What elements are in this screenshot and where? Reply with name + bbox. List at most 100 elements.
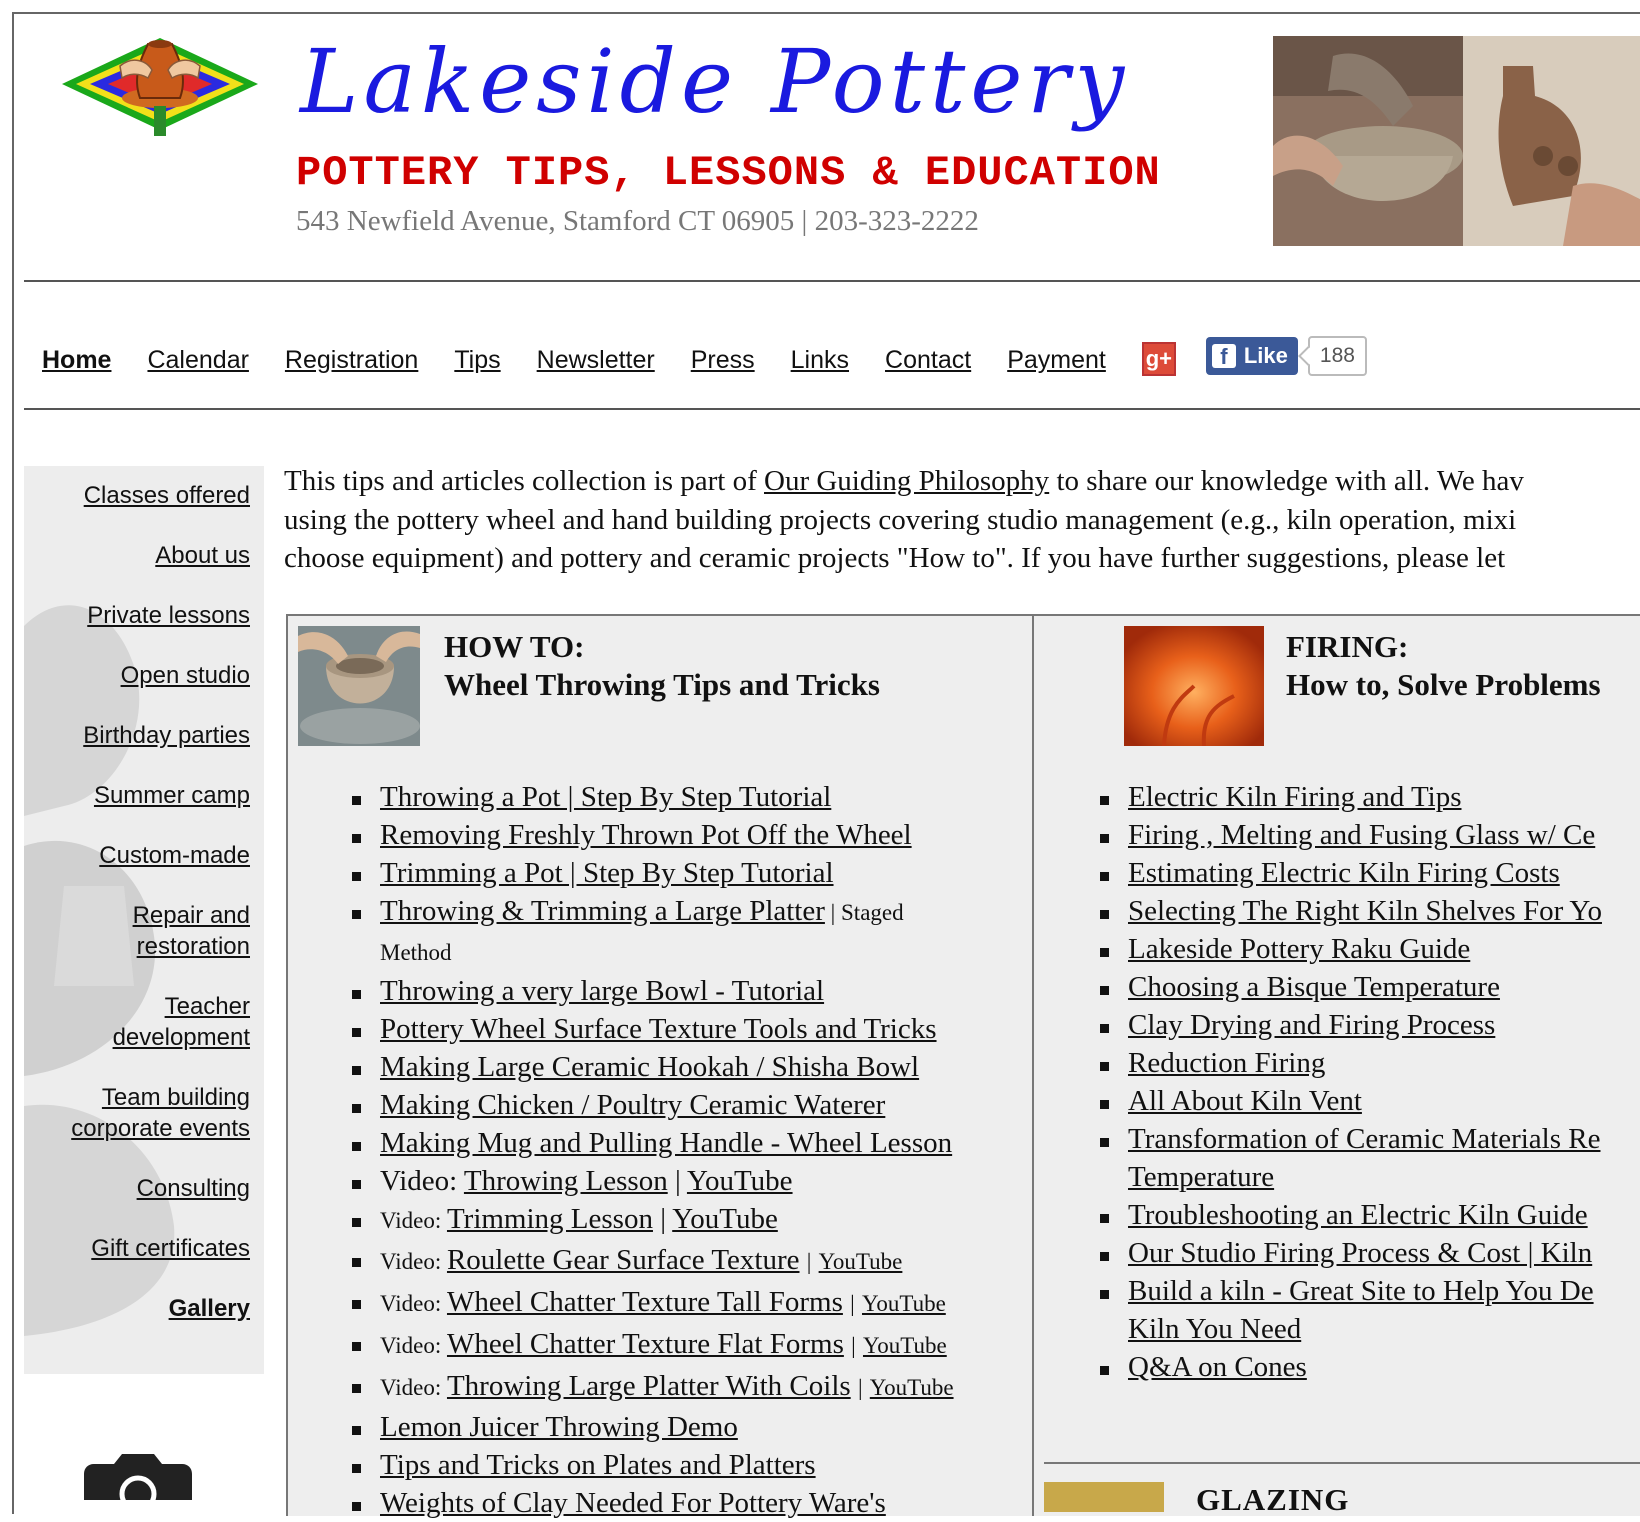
tip-link[interactable]: Q&A on Cones: [1128, 1351, 1307, 1383]
list-item: Video: Throwing Lesson | YouTube: [352, 1162, 954, 1200]
tip-link[interactable]: Troubleshooting an Electric Kiln Guide: [1128, 1199, 1588, 1231]
list-item: Firing , Melting and Fusing Glass w/ Ce: [1100, 816, 1602, 854]
nav-press[interactable]: Press: [691, 346, 755, 375]
list-item: All About Kiln Vent: [1100, 1082, 1602, 1120]
separator: |: [851, 1333, 856, 1358]
tip-link[interactable]: Lemon Juicer Throwing Demo: [380, 1411, 738, 1443]
tip-link[interactable]: All About Kiln Vent: [1128, 1085, 1362, 1117]
firing-title-line-1: FIRING:: [1286, 629, 1409, 664]
how-to-list: Throwing a Pot | Step By Step Tutorial R…: [352, 778, 954, 1522]
nav-tips[interactable]: Tips: [454, 346, 500, 375]
separator: |: [857, 1375, 863, 1400]
video-link[interactable]: Trimming Lesson: [447, 1203, 653, 1235]
sidebar-item-open-studio[interactable]: Open studio: [24, 660, 250, 691]
youtube-link[interactable]: YouTube: [863, 1333, 947, 1358]
sidebar-item-birthday-parties[interactable]: Birthday parties: [24, 720, 250, 751]
tip-link[interactable]: Electric Kiln Firing and Tips: [1128, 781, 1462, 813]
list-item: Trimming a Pot | Step By Step Tutorial: [352, 854, 954, 892]
nav-registration[interactable]: Registration: [285, 346, 418, 375]
staged-suffix: | Staged: [824, 900, 904, 925]
nav-newsletter[interactable]: Newsletter: [537, 346, 655, 375]
tip-link[interactable]: Making Large Ceramic Hookah / Shisha Bow…: [380, 1051, 919, 1083]
tip-link[interactable]: Throwing a Pot | Step By Step Tutorial: [380, 781, 831, 813]
youtube-link[interactable]: YouTube: [862, 1291, 946, 1316]
tip-link[interactable]: Clay Drying and Firing Process: [1128, 1009, 1495, 1041]
tip-link-continued[interactable]: Temperature: [1128, 1161, 1274, 1193]
tip-link-continued[interactable]: Kiln You Need: [1128, 1313, 1301, 1345]
tip-link[interactable]: Making Mug and Pulling Handle - Wheel Le…: [380, 1127, 952, 1159]
sidebar-item-gallery[interactable]: Gallery: [24, 1293, 250, 1324]
glazing-divider: [1044, 1462, 1640, 1464]
sidebar-item-classes-offered[interactable]: Classes offered: [24, 480, 250, 511]
list-item: Transformation of Ceramic Materials Re Te…: [1100, 1120, 1602, 1196]
list-item: Throwing a Pot | Step By Step Tutorial: [352, 778, 954, 816]
site-tagline: POTTERY TIPS, LESSONS & EDUCATION: [296, 149, 1161, 197]
list-item: Throwing a very large Bowl - Tutorial: [352, 972, 954, 1010]
video-prefix: Video:: [380, 1375, 447, 1400]
firing-title: FIRING: How to, Solve Problems: [1286, 628, 1601, 704]
facebook-like-button[interactable]: f Like: [1205, 337, 1298, 375]
video-prefix: Video:: [380, 1291, 447, 1316]
facebook-like-count: 188: [1307, 336, 1367, 376]
guiding-philosophy-link[interactable]: Our Guiding Philosophy: [764, 465, 1049, 497]
nav-calendar[interactable]: Calendar: [147, 346, 248, 375]
tip-link[interactable]: Build a kiln - Great Site to Help You De: [1128, 1275, 1594, 1307]
video-link[interactable]: Roulette Gear Surface Texture: [447, 1244, 800, 1276]
tip-link[interactable]: Tips and Tricks on Plates and Platters: [380, 1449, 816, 1481]
camera-icon[interactable]: [80, 1452, 196, 1513]
facebook-like-label: Like: [1243, 343, 1288, 368]
tip-link[interactable]: Firing , Melting and Fusing Glass w/ Ce: [1128, 819, 1595, 851]
glazing-thumbnail: [1044, 1482, 1164, 1512]
sidebar-item-repair-restoration[interactable]: Repair and restoration: [130, 900, 250, 962]
header-photo-hands-throwing: [1273, 36, 1640, 246]
tip-link[interactable]: Weights of Clay Needed For Pottery Ware'…: [380, 1487, 886, 1519]
sidebar-item-consulting[interactable]: Consulting: [24, 1173, 250, 1204]
nav-links[interactable]: Links: [791, 346, 849, 375]
list-item: Electric Kiln Firing and Tips: [1100, 778, 1602, 816]
sidebar-item-private-lessons[interactable]: Private lessons: [24, 600, 250, 631]
list-item: Tips and Tricks on Plates and Platters: [352, 1446, 954, 1484]
tip-link[interactable]: Trimming a Pot | Step By Step Tutorial: [380, 857, 834, 889]
tip-link[interactable]: Transformation of Ceramic Materials Re: [1128, 1123, 1600, 1155]
video-prefix: Video:: [380, 1165, 464, 1197]
tip-link[interactable]: Selecting The Right Kiln Shelves For Yo: [1128, 895, 1602, 927]
intro-line-1-end: to share our knowledge with all. We hav: [1049, 465, 1524, 497]
list-item: Removing Freshly Thrown Pot Off the Whee…: [352, 816, 954, 854]
youtube-link[interactable]: YouTube: [672, 1203, 778, 1235]
tip-link[interactable]: Removing Freshly Thrown Pot Off the Whee…: [380, 819, 912, 851]
tip-link[interactable]: Lakeside Pottery Raku Guide: [1128, 933, 1470, 965]
tip-link[interactable]: Throwing & Trimming a Large Platter: [380, 895, 825, 927]
sidebar-item-gift-certificates[interactable]: Gift certificates: [24, 1233, 250, 1264]
tip-link[interactable]: Reduction Firing: [1128, 1047, 1325, 1079]
video-prefix: Video:: [380, 1333, 447, 1358]
sidebar-item-team-building[interactable]: Team building corporate events: [40, 1082, 250, 1144]
sidebar-item-teacher-development[interactable]: Teacher development: [110, 991, 250, 1053]
google-plus-button[interactable]: g+: [1141, 342, 1176, 376]
sidebar-item-about-us[interactable]: About us: [24, 540, 250, 571]
tip-link[interactable]: Our Studio Firing Process & Cost | Kiln: [1128, 1237, 1592, 1269]
nav-payment[interactable]: Payment: [1007, 346, 1106, 375]
nav-home[interactable]: Home: [42, 346, 111, 375]
video-link[interactable]: Wheel Chatter Texture Flat Forms: [447, 1328, 844, 1360]
separator: |: [850, 1291, 855, 1316]
video-link[interactable]: Throwing Large Platter With Coils: [447, 1370, 851, 1402]
youtube-link[interactable]: YouTube: [870, 1375, 954, 1400]
video-link[interactable]: Throwing Lesson: [464, 1165, 668, 1197]
column-divider: [1032, 616, 1034, 1516]
video-link[interactable]: Wheel Chatter Texture Tall Forms: [447, 1286, 843, 1318]
list-item: Lakeside Pottery Raku Guide: [1100, 930, 1602, 968]
sidebar-item-summer-camp[interactable]: Summer camp: [24, 780, 250, 811]
nav-contact[interactable]: Contact: [885, 346, 971, 375]
youtube-link[interactable]: YouTube: [819, 1249, 903, 1274]
how-to-thumbnail: [298, 626, 420, 746]
tip-link[interactable]: Estimating Electric Kiln Firing Costs: [1128, 857, 1560, 889]
tip-link[interactable]: Pottery Wheel Surface Texture Tools and …: [380, 1013, 937, 1045]
tip-link[interactable]: Making Chicken / Poultry Ceramic Waterer: [380, 1089, 885, 1121]
sidebar-item-custom-made[interactable]: Custom-made: [24, 840, 250, 871]
lakeside-pottery-logo[interactable]: [62, 26, 258, 144]
tip-link[interactable]: Throwing a very large Bowl - Tutorial: [380, 975, 824, 1007]
tip-link[interactable]: Choosing a Bisque Temperature: [1128, 971, 1500, 1003]
list-item: Making Chicken / Poultry Ceramic Waterer: [352, 1086, 954, 1124]
list-item: Lemon Juicer Throwing Demo: [352, 1408, 954, 1446]
youtube-link[interactable]: YouTube: [687, 1165, 793, 1197]
